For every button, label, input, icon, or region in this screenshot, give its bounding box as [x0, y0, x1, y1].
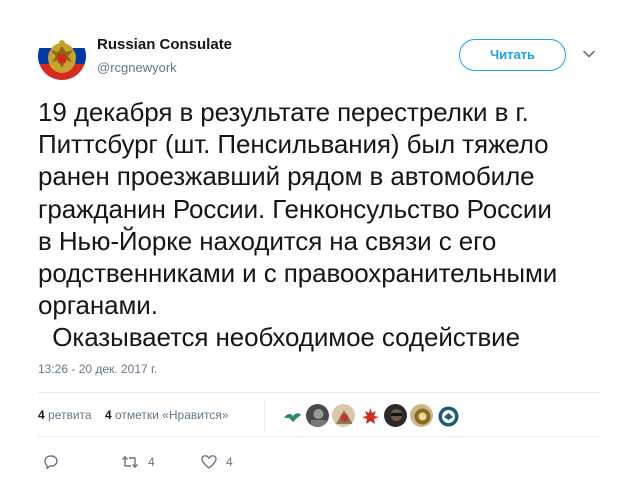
tweet-card: Russian Consulate @rcgnewyork Читать 19 … — [0, 0, 637, 500]
tweet-text-line: родственниками и с правоохранительными — [38, 258, 558, 289]
stats-separator — [264, 400, 265, 432]
follow-button[interactable]: Читать — [459, 39, 566, 71]
like-count: 4 — [226, 455, 233, 469]
reply-button[interactable] — [42, 452, 68, 472]
author-avatar[interactable] — [38, 32, 86, 80]
likes-stat[interactable]: 4 отметки «Нравится» — [105, 408, 229, 422]
heart-icon — [201, 455, 217, 469]
tweet-stats: 4 ретвита 4 отметки «Нравится» — [38, 408, 238, 422]
tweet-text-line: Оказывается необходимое содействие — [38, 322, 520, 353]
author-handle[interactable]: @rcgnewyork — [97, 60, 177, 75]
author-display-name[interactable]: Russian Consulate — [97, 36, 232, 53]
tweet-timestamp[interactable]: 13:26 - 20 дек. 2017 г. — [38, 362, 157, 376]
russian-coat-of-arms-icon — [38, 32, 86, 80]
tweet-text-line: органами. — [38, 290, 158, 321]
likes-count: 4 — [104, 408, 112, 422]
retweet-count: 4 — [148, 455, 155, 469]
tweet-text-line: 19 декабря в результате перестрелки в г. — [38, 97, 529, 127]
retweets-label: ретвита — [48, 408, 92, 422]
retweet-icon — [121, 456, 139, 468]
liker-avatar[interactable] — [305, 403, 330, 428]
liker-avatar[interactable] — [383, 403, 408, 428]
liker-avatar[interactable] — [331, 403, 356, 428]
tweet-text-line: Питтсбург (шт. Пенсильвания) был тяжело — [38, 129, 549, 160]
like-button[interactable]: 4 — [200, 452, 233, 472]
retweet-button[interactable]: 4 — [120, 452, 155, 472]
liker-avatar[interactable] — [435, 403, 460, 428]
retweets-stat[interactable]: 4 ретвита — [38, 408, 92, 422]
chevron-down-icon[interactable] — [581, 46, 597, 62]
retweets-count: 4 — [38, 408, 45, 422]
tweet-text-line: ранен проезжавший рядом в автомобиле — [38, 161, 535, 192]
liker-avatar[interactable] — [279, 403, 304, 428]
liker-avatar[interactable] — [357, 403, 382, 428]
reply-icon — [44, 455, 58, 470]
divider — [38, 436, 600, 437]
tweet-text: 19 декабря в результате перестрелки в г.… — [38, 96, 618, 354]
divider — [38, 392, 600, 393]
likes-label: отметки «Нравится» — [114, 408, 229, 422]
tweet-text-line: гражданин России. Генконсульство России — [38, 193, 552, 224]
liker-avatar[interactable] — [409, 403, 434, 428]
tweet-text-line: в Нью-Йорке находится на связи с его — [38, 225, 497, 256]
